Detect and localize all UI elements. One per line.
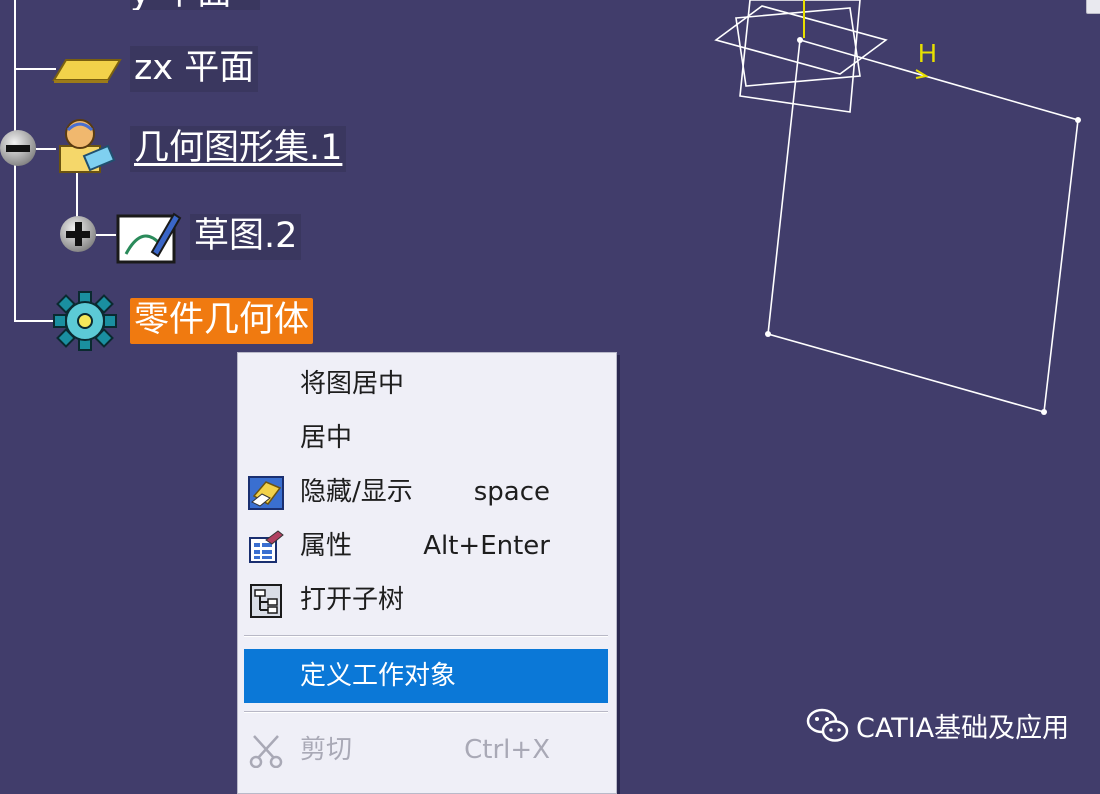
menu-separator	[244, 711, 608, 713]
part-body-icon[interactable]	[52, 290, 118, 352]
open-subtree-icon	[250, 584, 282, 618]
sketch-icon[interactable]	[112, 204, 182, 266]
menu-separator	[244, 635, 608, 637]
menu-item-label: 属性	[300, 531, 353, 561]
context-menu: 将图居中 居中 隐藏/显示 space 属性 Alt+Enter 打开子树 定义…	[237, 352, 617, 794]
tree-branch-line	[14, 320, 56, 322]
menu-item-shortcut: Alt+Enter	[423, 531, 550, 561]
collapse-toggle-icon[interactable]	[0, 130, 36, 166]
hide-show-icon	[248, 476, 284, 510]
menu-item-center-graph[interactable]: 居中	[244, 411, 608, 465]
axis-label-h: H	[918, 38, 937, 68]
menu-item-cut[interactable]: 剪切 Ctrl+X	[244, 723, 608, 777]
tree-node-partial[interactable]: y 平面	[130, 0, 260, 10]
tree-branch-line	[36, 148, 56, 150]
tree-node-label-zx-plane[interactable]: zx 平面	[130, 46, 259, 92]
viewport-wireframe[interactable]: H	[700, 0, 1100, 430]
menu-item-label: 将图居中	[300, 369, 405, 399]
menu-item-properties[interactable]: 属性 Alt+Enter	[244, 519, 608, 573]
geometrical-set-icon[interactable]	[54, 116, 120, 178]
plane-icon[interactable]	[52, 56, 122, 86]
menu-item-label: 打开子树	[300, 585, 405, 615]
tree-branch-line	[14, 68, 56, 70]
menu-item-define-in-work-object[interactable]: 定义工作对象	[244, 649, 608, 703]
menu-item-shortcut: space	[473, 477, 550, 507]
menu-item-label: 隐藏/显示	[300, 477, 413, 507]
menu-item-label: 定义工作对象	[300, 661, 457, 691]
properties-icon	[249, 530, 284, 563]
menu-item-reframe-on[interactable]: 将图居中	[244, 357, 608, 411]
watermark-text: CATIA基础及应用	[856, 713, 1070, 744]
menu-item-label: 剪切	[300, 735, 353, 765]
expand-toggle-icon[interactable]	[60, 216, 96, 252]
menu-item-open-subtree[interactable]: 打开子树	[244, 573, 608, 627]
tree-node-label-sketch[interactable]: 草图.2	[190, 214, 302, 260]
menu-item-shortcut: Ctrl+X	[464, 735, 550, 765]
tree-node-partial-label: y 平面	[130, 0, 232, 10]
tree-node-label-geometrical-set[interactable]: 几何图形集.1	[130, 126, 347, 172]
menu-item-hide-show[interactable]: 隐藏/显示 space	[244, 465, 608, 519]
tree-node-label-part-body[interactable]: 零件几何体	[130, 298, 314, 344]
menu-item-label: 居中	[300, 423, 353, 453]
scrollbar-thumb[interactable]	[1086, 0, 1100, 14]
wechat-icon	[806, 708, 849, 742]
scissors-icon	[249, 735, 283, 768]
